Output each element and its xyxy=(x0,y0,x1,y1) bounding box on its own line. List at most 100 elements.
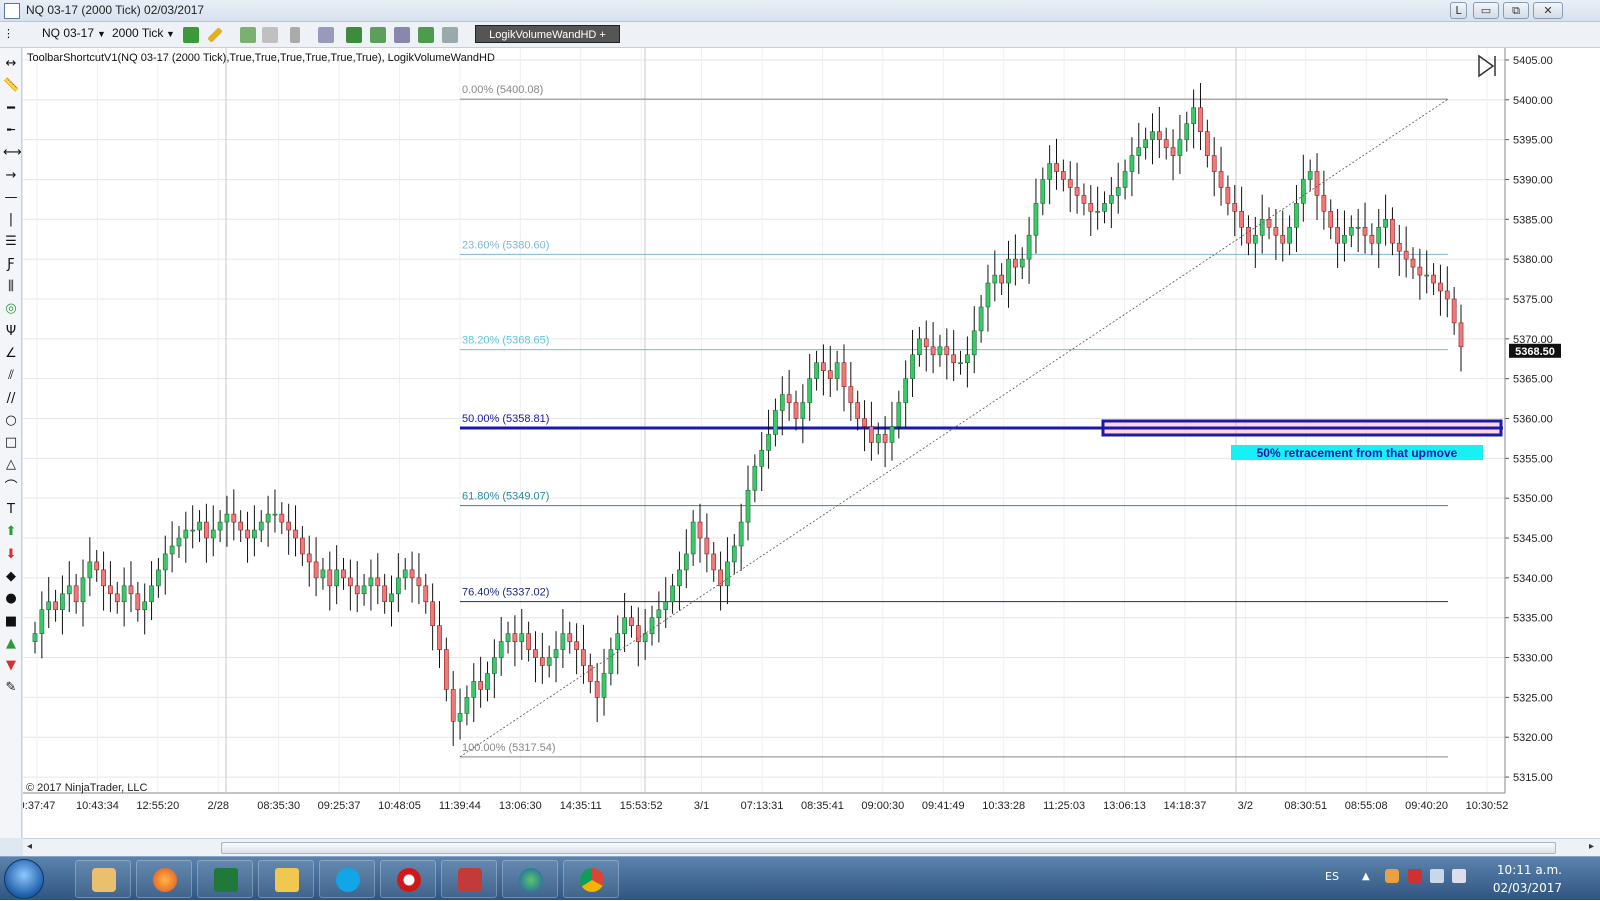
candle-down xyxy=(1013,258,1018,268)
taskbar-app-opera[interactable] xyxy=(380,860,436,898)
scroll-thumb[interactable] xyxy=(221,842,1556,854)
triangle-down-icon[interactable]: ▼ xyxy=(3,658,19,674)
cursor-icon[interactable]: ↔ xyxy=(3,56,19,72)
square-icon[interactable]: ■ xyxy=(3,614,19,630)
text-icon[interactable]: T xyxy=(3,502,19,518)
candle-down xyxy=(1067,179,1073,188)
arrow-up-icon[interactable]: ⬆ xyxy=(3,524,19,540)
regression-channel-icon[interactable]: ⫽ xyxy=(3,368,19,384)
tray-app-icon[interactable] xyxy=(1385,869,1399,883)
vertical-line-icon[interactable]: | xyxy=(3,212,19,228)
hand-icon[interactable] xyxy=(262,27,278,43)
clock-date[interactable]: 02/03/2017 xyxy=(1493,881,1562,895)
arrow-down-icon[interactable]: ⬇ xyxy=(3,547,19,563)
candle-up xyxy=(601,673,607,698)
candle-up xyxy=(395,577,401,595)
maximize-button[interactable]: ⧉ xyxy=(1503,2,1529,19)
fib-retracement-icon[interactable]: ☰ xyxy=(3,234,19,250)
show-hidden-icons-icon[interactable]: ▲ xyxy=(1362,871,1370,882)
candle-down xyxy=(827,370,833,379)
taskbar-app-skype[interactable] xyxy=(319,860,375,898)
region-highlight-icon[interactable]: ✎ xyxy=(3,680,19,696)
zoom-icon[interactable] xyxy=(240,27,256,43)
drawing-tools-bar: ↔ 📏 ━ ╾ ⟷ → — | ☰ Ƒ ⫼ ◎ Ψ ∠ ⫽ // ○ □ △ ⌒ T ⬆ ⬇ ◆ ● ■ ▲ ▼ ✎ xyxy=(0,48,22,838)
y-axis-label: 5350.00 xyxy=(1513,493,1553,505)
dot-icon[interactable]: ● xyxy=(3,591,19,607)
price-chart[interactable]: 5405.00 5400.00 5395.00 5390.00 5385.00 5380.… xyxy=(23,48,1600,838)
extended-line-icon[interactable]: ⟷ xyxy=(3,145,22,161)
close-button[interactable]: ✕ xyxy=(1533,2,1563,19)
x-axis-label: 15:53:52 xyxy=(620,800,663,812)
skype-icon xyxy=(336,868,360,892)
data-box-icon[interactable] xyxy=(442,27,458,43)
candle-up xyxy=(156,569,161,587)
taskbar-app-globe[interactable] xyxy=(502,860,558,898)
fib-time-icon[interactable]: ⫼ xyxy=(3,279,19,295)
taskbar-app-chrome[interactable] xyxy=(563,860,619,898)
magnify-icon[interactable] xyxy=(318,27,334,43)
arc-icon[interactable]: ⌒ xyxy=(3,480,19,496)
toolbar-toggle-icon[interactable]: ⋮ xyxy=(3,27,19,43)
taskbar-app-ninjatrader[interactable] xyxy=(441,860,497,898)
chart-panel[interactable]: 5405.00 5400.00 5395.00 5390.00 5385.00 5380.… xyxy=(23,48,1600,838)
candle-down xyxy=(841,362,847,387)
clock-time[interactable]: 10:11 a.m. xyxy=(1497,863,1562,877)
ellipse-icon[interactable]: ○ xyxy=(3,413,19,429)
candle-down xyxy=(306,553,312,563)
candle-up xyxy=(1102,203,1107,212)
action-center-icon[interactable] xyxy=(1408,869,1422,883)
taskbar-app-hand[interactable] xyxy=(75,860,131,898)
start-button[interactable] xyxy=(4,859,44,899)
candle-down xyxy=(567,633,573,642)
x-axis-label: 09:25:37 xyxy=(318,800,361,812)
strategy-icon[interactable] xyxy=(346,27,362,43)
candle-down xyxy=(1328,211,1334,228)
andrews-pitchfork-icon[interactable]: Ψ xyxy=(3,324,19,340)
fib-circle-icon[interactable]: ◎ xyxy=(3,301,19,317)
taskbar-app-excel[interactable] xyxy=(197,860,253,898)
candle-down xyxy=(1410,258,1416,268)
arrow-line-icon[interactable]: → xyxy=(3,168,19,184)
x-axis-label: 09:41:49 xyxy=(922,800,965,812)
link-button[interactable]: L xyxy=(1450,2,1467,19)
interval-selector[interactable]: 2000 Tick xyxy=(112,26,163,40)
triangle-up-icon[interactable]: ▲ xyxy=(3,636,19,652)
taskbar-app-firefox[interactable] xyxy=(136,860,192,898)
minimize-button[interactable]: ▭ xyxy=(1473,2,1499,19)
chevron-down-icon[interactable]: ▼ xyxy=(166,29,175,39)
candle-down xyxy=(1246,226,1251,244)
bar-type-icon[interactable] xyxy=(183,27,199,43)
indicator-icon[interactable] xyxy=(370,27,386,43)
candle-down xyxy=(951,354,957,364)
scroll-right-icon[interactable]: ▸ xyxy=(1589,841,1594,852)
candle-up xyxy=(725,561,730,587)
triangle-icon[interactable]: △ xyxy=(3,457,19,473)
ray-icon[interactable]: ╾ xyxy=(3,123,19,139)
x-axis-label: 08:35:30 xyxy=(257,800,300,812)
volume-icon[interactable] xyxy=(1452,869,1466,883)
indicator-button[interactable]: LogikVolumeWandHD + xyxy=(475,25,620,43)
rectangle-icon[interactable]: □ xyxy=(3,435,19,451)
horizontal-line-icon[interactable]: — xyxy=(3,190,19,206)
horizontal-scrollbar[interactable]: ◂ ▸ xyxy=(23,838,1600,856)
network-icon[interactable] xyxy=(1430,869,1444,883)
language-indicator[interactable]: ES xyxy=(1325,870,1339,883)
line-icon[interactable]: ━ xyxy=(3,101,19,117)
dollar-icon[interactable] xyxy=(418,27,434,43)
y-axis-label: 5315.00 xyxy=(1513,772,1553,784)
chart-properties-icon[interactable] xyxy=(394,27,410,43)
candle-up xyxy=(217,521,223,531)
scroll-left-icon[interactable]: ◂ xyxy=(27,841,32,852)
taskbar-app-explorer[interactable] xyxy=(258,860,314,898)
cursor-icon[interactable] xyxy=(290,27,300,43)
instrument-selector[interactable]: NQ 03-17 xyxy=(42,26,94,40)
chart-app-icon xyxy=(4,3,20,19)
pencil-icon[interactable] xyxy=(207,27,223,43)
chevron-down-icon[interactable]: ▼ xyxy=(97,29,106,39)
gann-fan-icon[interactable]: ∠ xyxy=(3,346,19,362)
fib-extension-icon[interactable]: Ƒ xyxy=(3,257,19,273)
trend-channel-icon[interactable]: // xyxy=(3,391,19,407)
ruler-icon[interactable]: 📏 xyxy=(3,78,19,94)
fib-level-label: 0.00% (5400.08) xyxy=(462,84,543,96)
diamond-icon[interactable]: ◆ xyxy=(3,569,19,585)
